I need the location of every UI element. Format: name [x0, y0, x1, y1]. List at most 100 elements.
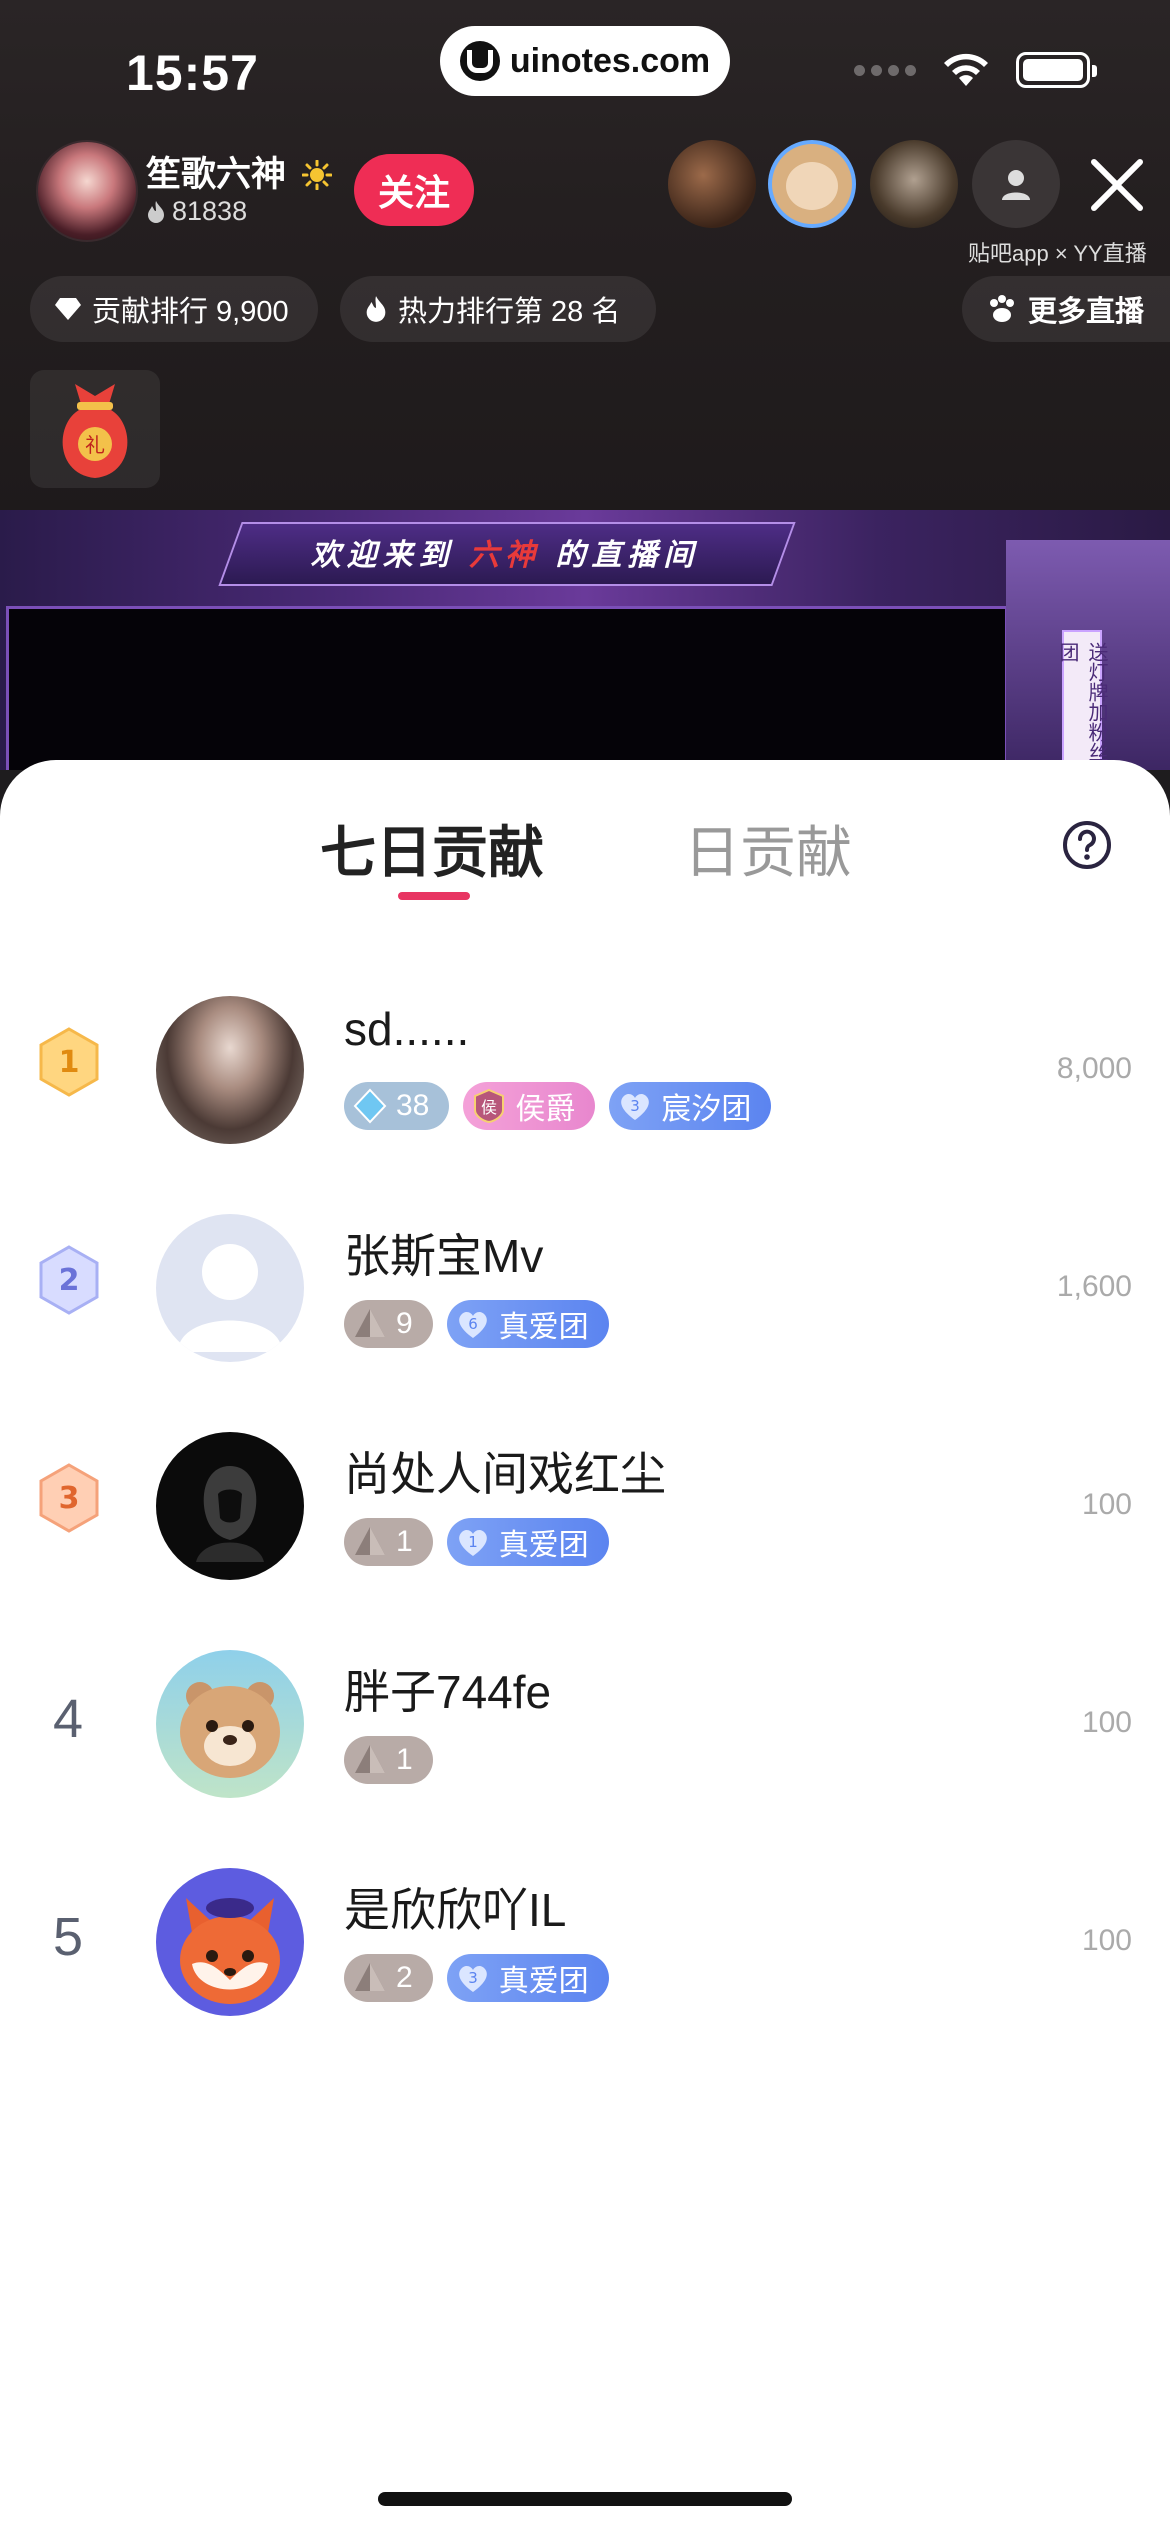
- host-fans-count: 81838: [172, 196, 248, 226]
- gem-icon: [353, 1088, 387, 1124]
- svg-text:3: 3: [468, 1969, 478, 1987]
- badge-text: 真爱团: [498, 1965, 589, 1998]
- follow-button[interactable]: 关注: [354, 154, 474, 226]
- badge-row: 1: [344, 1736, 433, 1784]
- paw-icon: [990, 295, 1014, 322]
- uinotes-logo-icon: [459, 41, 500, 81]
- list-item[interactable]: 5 是欣欣吖IL 2 3 真爱团 100: [0, 1868, 1170, 2018]
- viewer-list-button[interactable]: [972, 140, 1060, 228]
- list-item[interactable]: 3 尚处人间戏红尘 1 1 真爱团 100: [0, 1432, 1170, 1582]
- badge-row: 38 侯 侯爵 3 宸汐团: [344, 1082, 772, 1130]
- avatar[interactable]: [156, 1214, 304, 1362]
- badge-text: 真爱团: [498, 1311, 589, 1344]
- user-name: 张斯宝Mv: [344, 1230, 544, 1282]
- tab-seven-day[interactable]: 七日贡献: [320, 808, 544, 889]
- level-badge: 9: [344, 1300, 433, 1348]
- video-frame: [6, 606, 1008, 770]
- badge-row: 2 3 真爱团: [344, 1954, 609, 2002]
- user-icon: [1002, 170, 1030, 200]
- score: 100: [1081, 1706, 1132, 1739]
- viewer-avatar[interactable]: [870, 140, 958, 228]
- tab-daily[interactable]: 日贡献: [684, 808, 852, 889]
- viewer-avatar[interactable]: [768, 140, 856, 228]
- badge-text: 9: [396, 1307, 413, 1340]
- list-item[interactable]: 2 张斯宝Mv 9 6 真爱团 1,600: [0, 1214, 1170, 1364]
- rank-number: 1: [59, 1045, 80, 1080]
- viewer-avatar[interactable]: [668, 140, 756, 228]
- level-badge: 1: [344, 1736, 433, 1784]
- flame-icon: [148, 200, 164, 223]
- level-badge: 1: [344, 1518, 433, 1566]
- rank-silver-badge-icon: 2: [39, 1245, 99, 1315]
- flame-icon: [366, 296, 386, 322]
- bear-avatar-image: [180, 1682, 280, 1778]
- welcome-suffix: 的直播间: [555, 539, 700, 572]
- fox-avatar-image: [180, 1898, 280, 2004]
- host-name-row[interactable]: 笙歌六神: [146, 146, 332, 197]
- heart-level-icon: 6: [458, 1312, 487, 1338]
- badge-text: 1: [396, 1743, 413, 1776]
- default-avatar-icon: [178, 1244, 282, 1352]
- contribution-rank-text: 贡献排行 9,900: [92, 296, 289, 328]
- avatar[interactable]: [156, 996, 304, 1144]
- user-name: 是欣欣吖IL: [344, 1884, 567, 1936]
- heart-level-icon: 3: [458, 1966, 487, 1992]
- badge-text: 侯爵: [515, 1093, 576, 1126]
- status-indicators: [854, 50, 1097, 90]
- heart-level-icon: 3: [621, 1094, 650, 1120]
- rank-number: 3: [59, 1481, 80, 1516]
- avatar[interactable]: [156, 1868, 304, 2016]
- svg-text:侯: 侯: [481, 1098, 497, 1117]
- gift-bag-button[interactable]: 礼: [30, 370, 160, 488]
- active-tab-indicator: [398, 892, 470, 900]
- fan-club-badge: 6 真爱团: [446, 1300, 609, 1348]
- rank-number: 2: [59, 1263, 80, 1298]
- rank-number: 4: [52, 1689, 84, 1749]
- close-icon[interactable]: [1082, 150, 1152, 220]
- lucky-bag-icon: 礼: [62, 384, 128, 478]
- svg-text:1: 1: [468, 1533, 478, 1551]
- host-fans: 81838: [146, 196, 247, 227]
- more-live-chip[interactable]: 更多直播: [962, 276, 1170, 342]
- badge-row: 9 6 真爱团: [344, 1300, 609, 1348]
- contribution-rank-chip[interactable]: 贡献排行 9,900: [30, 276, 318, 342]
- badge-text: 1: [396, 1525, 413, 1558]
- noble-badge: 侯 侯爵: [463, 1082, 596, 1130]
- help-icon[interactable]: [1062, 820, 1112, 870]
- home-indicator[interactable]: [378, 2492, 792, 2506]
- sun-level-icon: [301, 160, 332, 190]
- url-pill[interactable]: uinotes.com: [440, 26, 730, 96]
- pyramid-icon: [355, 1309, 385, 1337]
- fan-club-sign: 送灯牌加粉丝团: [1056, 630, 1107, 770]
- score: 1,600: [1056, 1270, 1132, 1303]
- heat-rank-text: 热力排行第 28 名: [398, 296, 621, 328]
- wifi-icon: [944, 53, 988, 86]
- avatar[interactable]: [156, 1432, 304, 1580]
- hooded-figure-image: [196, 1466, 264, 1562]
- avatar[interactable]: [156, 1650, 304, 1798]
- live-stream-preview[interactable]: 欢迎来到 六神 的直播间 送灯牌加粉丝团: [0, 510, 1170, 770]
- welcome-prefix: 欢迎来到: [310, 539, 455, 572]
- host-avatar[interactable]: [36, 140, 138, 242]
- list-item[interactable]: 1 sd...... 38 侯 侯爵 3 宸汐团 8,000: [0, 996, 1170, 1146]
- badge-text: 宸汐团: [661, 1093, 752, 1126]
- score: 100: [1081, 1924, 1132, 1957]
- diamond-icon: [55, 298, 81, 320]
- list-item[interactable]: 4 胖子744fe 1 100: [0, 1650, 1170, 1800]
- pyramid-icon: [355, 1963, 385, 1991]
- noble-crest-icon: 侯: [474, 1088, 505, 1124]
- svg-text:礼: 礼: [85, 433, 105, 457]
- partner-text: 贴吧app × YY直播: [968, 241, 1147, 266]
- rank-bronze-badge-icon: 3: [39, 1463, 99, 1533]
- fan-club-badge: 1 真爱团: [446, 1518, 609, 1566]
- rank-gold-badge-icon: 1: [39, 1027, 99, 1097]
- user-name: sd......: [344, 1003, 470, 1055]
- badge-row: 1 1 真爱团: [344, 1518, 609, 1566]
- score: 8,000: [1056, 1052, 1132, 1085]
- heat-rank-chip[interactable]: 热力排行第 28 名: [340, 276, 656, 342]
- welcome-host-name: 六神: [469, 539, 541, 572]
- heart-level-icon: 1: [458, 1530, 487, 1556]
- score: 100: [1081, 1488, 1132, 1521]
- badge-text: 38: [396, 1089, 430, 1122]
- level-badge: 2: [344, 1954, 433, 2002]
